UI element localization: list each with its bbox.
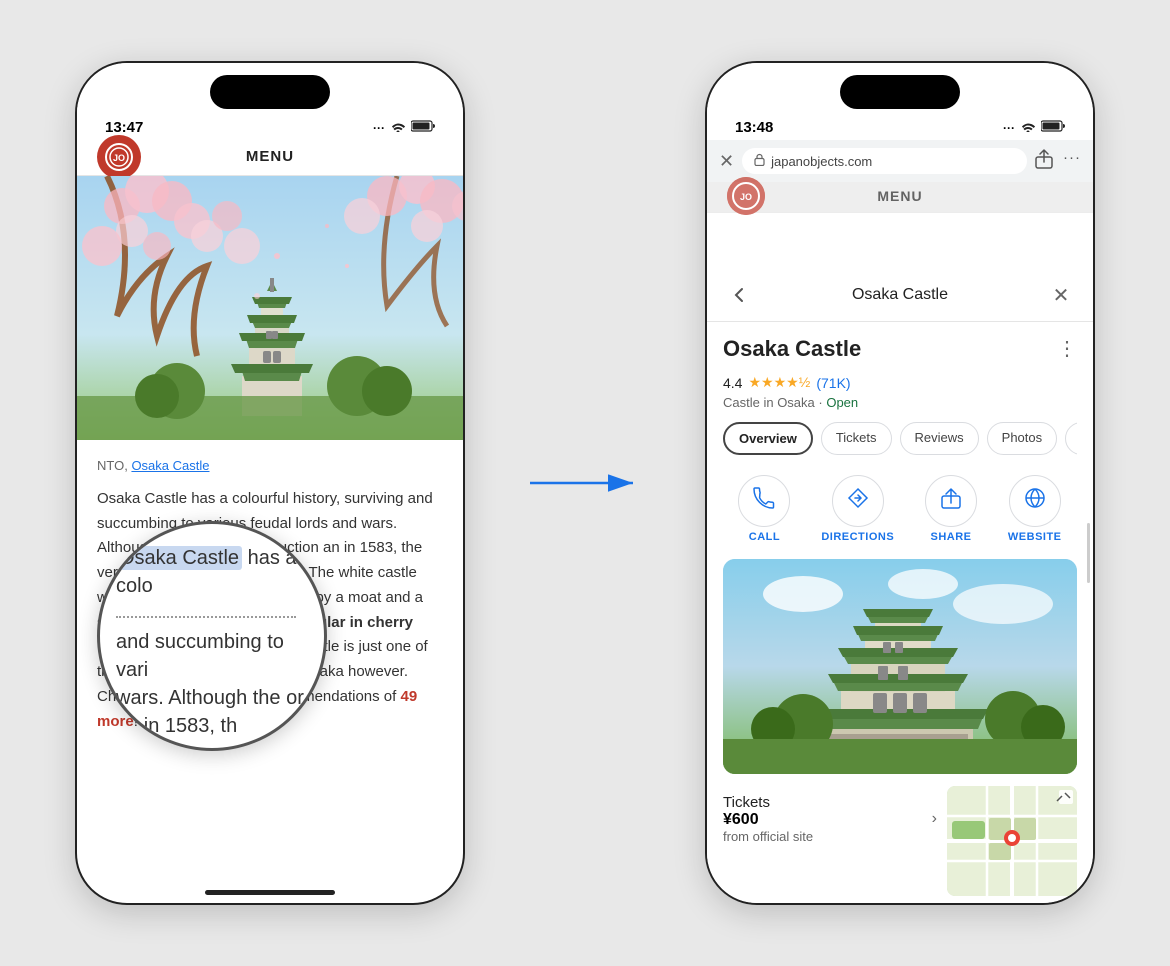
wifi-icon-left	[390, 119, 406, 136]
lock-icon	[754, 153, 765, 169]
share-circle[interactable]	[925, 475, 977, 527]
battery-icon-left	[411, 119, 435, 136]
website-circle[interactable]	[1009, 475, 1061, 527]
action-website[interactable]: WEBSITE	[1008, 475, 1062, 543]
svg-text:JO: JO	[113, 153, 125, 163]
breadcrumb-prefix: NTO,	[97, 458, 131, 473]
breadcrumb-link[interactable]: Osaka Castle	[131, 458, 209, 473]
dynamic-island-right	[840, 75, 960, 109]
maps-panel: Osaka Castle ✕ Osaka Castle ⋮ 4.4 ★★★★½ …	[707, 263, 1093, 903]
time-left: 13:47	[105, 119, 143, 136]
browser-bar: ✕ japanobjects.com ···	[707, 140, 1093, 182]
url-bar[interactable]: japanobjects.com	[742, 148, 1027, 174]
place-type: Castle in Osaka ·	[723, 395, 826, 410]
maps-subtitle: Castle in Osaka · Open	[723, 395, 1077, 410]
ticket-source: from official site	[723, 829, 813, 844]
directions-icon	[847, 487, 869, 515]
arrow-container	[525, 463, 645, 503]
directions-circle[interactable]	[832, 475, 884, 527]
tickets-left: Tickets ¥600 from official site	[723, 794, 813, 844]
maps-scrollbar[interactable]	[1087, 523, 1090, 583]
directions-label: DIRECTIONS	[821, 531, 894, 543]
castle-photo-maps	[723, 559, 1077, 774]
rating-row: 4.4 ★★★★½ (71K)	[723, 374, 1077, 391]
action-share[interactable]: SHARE	[925, 475, 977, 543]
call-icon	[753, 487, 775, 515]
ticket-price: ¥600	[723, 811, 813, 829]
browser-actions: ···	[1035, 149, 1081, 174]
logo-left: JO	[97, 135, 141, 179]
mini-map[interactable]	[947, 786, 1077, 896]
maps-header: Osaka Castle ✕	[707, 263, 1093, 322]
action-directions[interactable]: DIRECTIONS	[821, 475, 894, 543]
open-status: Open	[826, 395, 858, 410]
status-icons-right: ···	[1003, 119, 1065, 136]
left-phone: 13:47 ··· JO MENU	[75, 61, 465, 905]
stars-display: ★★★★½	[748, 374, 810, 391]
svg-text:JO: JO	[740, 192, 752, 202]
hero-image-left	[77, 176, 463, 440]
cherry-scene	[77, 176, 463, 440]
tickets-info: Tickets ¥600 from official site ›	[723, 786, 937, 896]
magnifier-highlight: Osaka Castle	[116, 546, 242, 570]
tickets-title: Tickets	[723, 794, 813, 811]
app-header-left: JO MENU	[77, 140, 463, 176]
tab-tours[interactable]: Tours	[1065, 422, 1077, 455]
home-bar-left	[205, 890, 335, 895]
place-title: Osaka Castle	[723, 336, 861, 362]
wifi-icon-right	[1020, 119, 1036, 136]
logo-text-left: JO	[105, 143, 133, 171]
tab-photos[interactable]: Photos	[987, 422, 1057, 455]
dots-left: ···	[373, 121, 385, 135]
share-icon	[941, 487, 961, 515]
maps-panel-title: Osaka Castle	[755, 286, 1045, 304]
tab-overview[interactable]: Overview	[723, 422, 813, 455]
tab-reviews[interactable]: Reviews	[900, 422, 979, 455]
more-icon-browser[interactable]: ···	[1063, 149, 1081, 174]
call-label: CALL	[749, 531, 780, 543]
website-menu-title: MENU	[877, 188, 922, 204]
action-call[interactable]: CALL	[738, 475, 790, 543]
actions-row: CALL DIRECTIONS SH	[723, 475, 1077, 543]
dynamic-island-left	[210, 75, 330, 109]
right-phone: 13:48 ··· ✕ japanobjects.com ···	[705, 61, 1095, 905]
tab-tickets[interactable]: Tickets	[821, 422, 892, 455]
magnifier-circle: Osaka Castle has a colo and succumbing t…	[97, 521, 327, 751]
status-icons-left: ···	[373, 119, 435, 136]
share-icon-browser[interactable]	[1035, 149, 1053, 174]
url-text: japanobjects.com	[771, 154, 872, 169]
tickets-row: Tickets ¥600 from official site ›	[723, 786, 937, 852]
maps-close-btn[interactable]: ✕	[1045, 279, 1077, 311]
website-label: WEBSITE	[1008, 531, 1062, 543]
magnifier-text-4: an in 1583, th	[116, 715, 237, 737]
share-label: SHARE	[931, 531, 972, 543]
maps-more-btn[interactable]: ⋮	[1057, 336, 1077, 361]
dots-right: ···	[1003, 121, 1015, 135]
browser-close-btn[interactable]: ✕	[719, 151, 734, 172]
website-header-right: JO MENU	[707, 182, 1093, 213]
battery-icon-right	[1041, 119, 1065, 136]
tickets-map-row: Tickets ¥600 from official site ›	[723, 786, 1077, 896]
menu-title-left: MENU	[246, 148, 294, 165]
logo-right: JO	[727, 177, 765, 215]
review-count[interactable]: (71K)	[816, 375, 850, 391]
magnifier-content: Osaka Castle has a colo and succumbing t…	[100, 524, 324, 751]
maps-back-btn[interactable]	[723, 279, 755, 311]
magnifier-text-3: wars. Although the or	[116, 687, 304, 709]
breadcrumb-left: NTO, Osaka Castle	[97, 456, 443, 477]
magnifier-text-2: and succumbing to vari	[116, 631, 284, 681]
tabs-row: Overview Tickets Reviews Photos Tours	[723, 422, 1077, 459]
maps-content: Osaka Castle ⋮ 4.4 ★★★★½ (71K) Castle in…	[707, 322, 1093, 903]
arrow-svg	[525, 463, 645, 503]
rating-number: 4.4	[723, 375, 742, 391]
call-circle[interactable]	[738, 475, 790, 527]
website-icon	[1024, 487, 1046, 515]
tickets-arrow[interactable]: ›	[932, 810, 937, 828]
time-right: 13:48	[735, 119, 773, 136]
